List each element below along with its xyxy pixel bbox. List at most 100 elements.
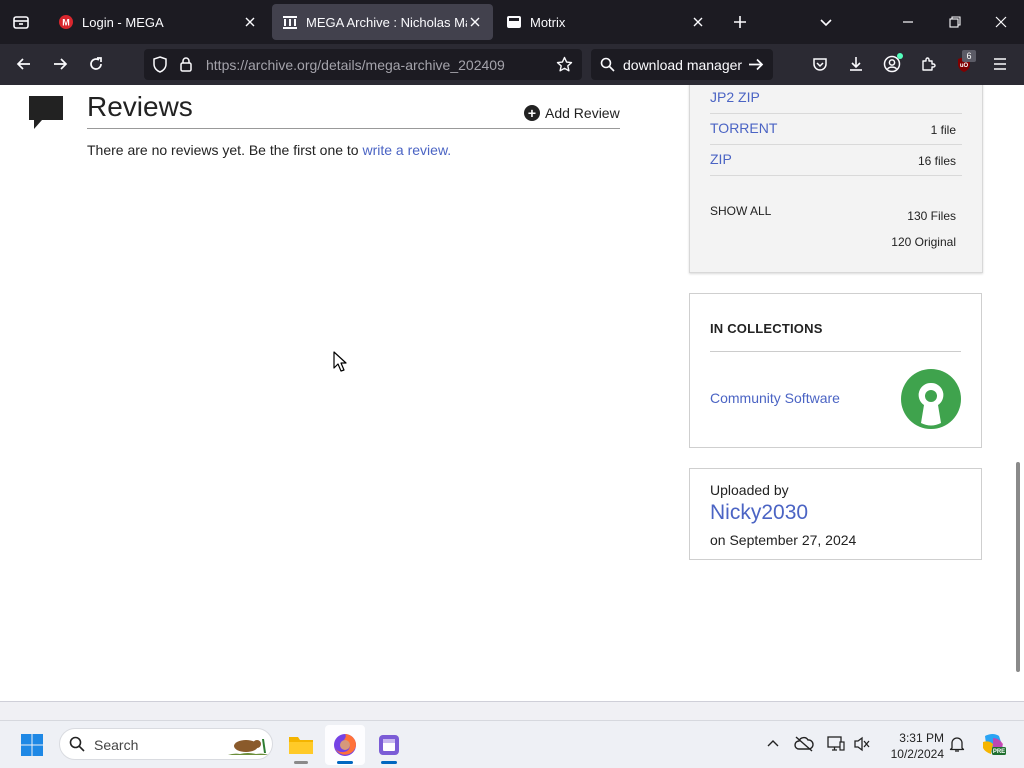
url-path: /details/mega-archive_202409 xyxy=(317,57,505,73)
download-row-torrent: TORRENT 1 file xyxy=(710,114,962,145)
reviews-divider xyxy=(87,128,620,129)
upload-date: on September 27, 2024 xyxy=(710,532,857,548)
tab-title: Login - MEGA xyxy=(82,14,164,30)
show-hidden-icons-button[interactable] xyxy=(764,733,782,755)
close-window-button[interactable] xyxy=(989,10,1013,34)
write-review-link[interactable]: write a review. xyxy=(362,142,451,158)
open-source-keyhole-icon[interactable] xyxy=(900,368,962,430)
taskbar-firefox[interactable] xyxy=(325,725,365,765)
downloads-button[interactable] xyxy=(844,52,868,76)
add-review-label: Add Review xyxy=(545,105,620,121)
original-files-count: 120 Original xyxy=(891,235,956,249)
restore-window-button[interactable] xyxy=(943,10,967,34)
close-icon xyxy=(995,16,1007,28)
minimize-window-button[interactable] xyxy=(896,10,920,34)
taskbar-motrix[interactable] xyxy=(369,725,409,765)
motrix-favicon-icon xyxy=(506,14,522,30)
firefox-icon xyxy=(334,734,356,756)
download-format-link[interactable]: ZIP xyxy=(710,151,732,167)
speech-bubble-icon xyxy=(28,95,64,136)
notifications-button[interactable] xyxy=(946,733,968,755)
new-tab-button[interactable] xyxy=(728,10,752,34)
download-row-zip: ZIP 16 files xyxy=(710,145,962,176)
plus-circle-icon: + xyxy=(524,105,540,121)
search-go-arrow-icon[interactable] xyxy=(748,57,764,77)
back-button[interactable] xyxy=(12,52,36,76)
url-text: https://archive.org/details/mega-archive… xyxy=(206,57,505,73)
network-display-icon xyxy=(827,736,845,751)
forward-button[interactable] xyxy=(48,52,72,76)
download-options-panel: JP2 ZIP TORRENT 1 file ZIP 16 files SHOW… xyxy=(689,85,983,273)
download-icon xyxy=(850,57,862,71)
search-bar[interactable]: download manager xyxy=(591,49,773,80)
svg-text:uO: uO xyxy=(960,63,969,69)
account-button[interactable] xyxy=(880,52,904,76)
extensions-button[interactable] xyxy=(916,52,940,76)
page-content: Reviews + Add Review There are no review… xyxy=(0,85,1024,701)
collections-panel: IN COLLECTIONS Community Software xyxy=(689,293,982,448)
network-button[interactable] xyxy=(825,733,847,755)
no-reviews-text: There are no reviews yet. Be the first o… xyxy=(87,142,363,158)
chevron-up-icon xyxy=(767,740,779,747)
tracking-protection-shield-icon[interactable] xyxy=(152,56,168,78)
page-scrollbar-thumb[interactable] xyxy=(1016,462,1020,672)
mega-favicon-icon: M xyxy=(58,14,74,30)
taskbar-search-box[interactable]: Search xyxy=(59,728,273,760)
download-format-link[interactable]: JP2 ZIP xyxy=(710,89,760,105)
taskbar-clock[interactable]: 3:31 PM 10/2/2024 xyxy=(880,730,944,762)
reload-button[interactable] xyxy=(84,52,108,76)
app-menu-button[interactable] xyxy=(988,52,1012,76)
close-tab-icon[interactable] xyxy=(242,14,258,30)
close-tab-icon[interactable] xyxy=(467,14,483,30)
download-file-count: 16 files xyxy=(917,154,956,168)
svg-text:M: M xyxy=(62,18,70,28)
lock-icon[interactable] xyxy=(179,56,193,77)
windows-taskbar: Search 3:31 PM 10/2/2024 PRE xyxy=(0,720,1024,768)
motrix-app-icon xyxy=(379,735,399,755)
folder-icon xyxy=(289,737,313,754)
tab-title: Motrix xyxy=(530,14,566,30)
tab-mega-archive[interactable]: MEGA Archive : Nicholas Martin xyxy=(272,4,493,40)
total-files-count: 130 Files xyxy=(907,209,956,223)
onedrive-offline-button[interactable] xyxy=(793,733,815,755)
address-bar[interactable]: https://archive.org/details/mega-archive… xyxy=(144,49,582,80)
windows-logo-icon xyxy=(21,734,43,756)
add-review-button[interactable]: + Add Review xyxy=(524,105,620,121)
download-format-link[interactable]: TORRENT xyxy=(710,120,777,136)
pocket-button[interactable] xyxy=(808,52,832,76)
pocket-icon xyxy=(813,58,827,71)
navigation-toolbar: https://archive.org/details/mega-archive… xyxy=(0,44,1024,85)
extension-badge-count: 6 xyxy=(962,50,976,62)
tab-motrix[interactable]: Motrix xyxy=(496,4,716,40)
show-all-link[interactable]: SHOW ALL xyxy=(710,204,771,218)
collection-link[interactable]: Community Software xyxy=(710,390,840,406)
search-icon xyxy=(69,736,85,757)
bookmark-star-icon[interactable] xyxy=(556,56,573,78)
svg-text:PRE: PRE xyxy=(993,749,1005,755)
app-active-indicator xyxy=(381,761,397,764)
cloud-offline-icon xyxy=(794,736,814,752)
list-all-tabs-button[interactable] xyxy=(814,10,838,34)
sync-dot xyxy=(897,53,903,59)
start-button[interactable] xyxy=(12,725,52,765)
ublock-extension-button[interactable]: uO 6 xyxy=(952,50,976,76)
chevron-down-icon xyxy=(820,19,832,27)
taskbar-file-explorer[interactable] xyxy=(281,725,321,765)
restore-icon xyxy=(949,16,961,28)
download-file-count: 1 file xyxy=(930,123,956,137)
copilot-icon: PRE xyxy=(983,734,1006,755)
tab-overview-button[interactable] xyxy=(0,0,42,44)
arrow-left-icon xyxy=(16,58,30,70)
close-tab-icon[interactable] xyxy=(690,14,706,30)
tab-login-mega[interactable]: M Login - MEGA xyxy=(48,4,268,40)
app-active-indicator xyxy=(337,761,353,764)
taskbar-search-placeholder: Search xyxy=(94,737,139,753)
search-query: download manager xyxy=(623,57,743,73)
volume-button[interactable] xyxy=(851,733,873,755)
url-host: https://archive.org xyxy=(206,57,318,73)
tab-title: MEGA Archive : Nicholas Martin xyxy=(306,14,467,30)
uploader-link[interactable]: Nicky2030 xyxy=(710,501,808,525)
copilot-button[interactable]: PRE xyxy=(978,729,1008,759)
uploader-panel: Uploaded by Nicky2030 on September 27, 2… xyxy=(689,468,982,560)
mouse-cursor-icon xyxy=(333,351,347,378)
